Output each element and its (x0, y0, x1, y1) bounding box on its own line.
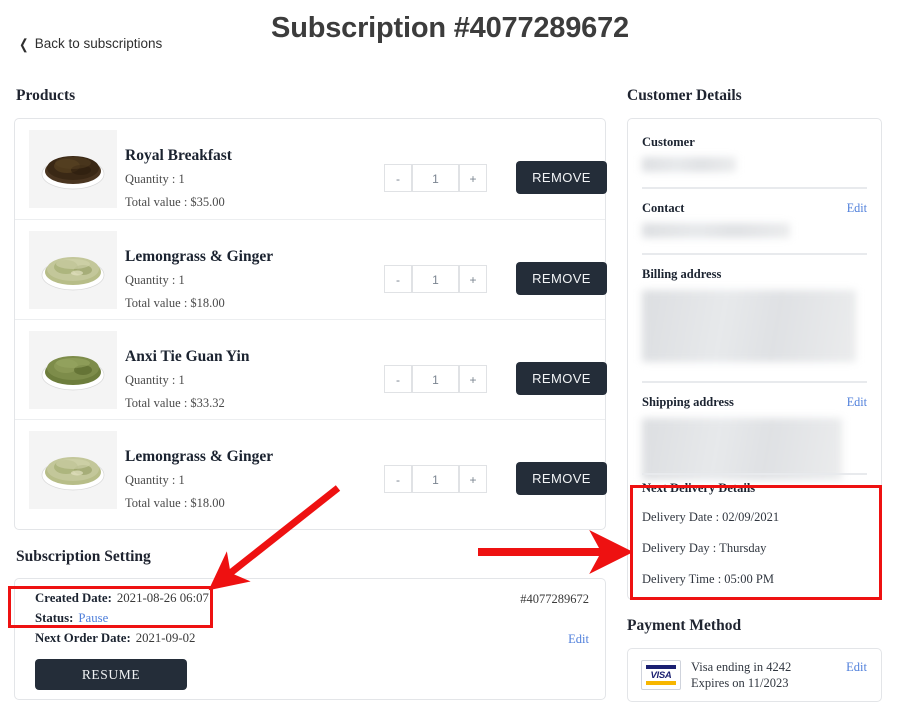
quantity-increase-button[interactable]: + (459, 265, 487, 293)
created-date-label: Created Date: (35, 591, 112, 605)
product-total-value: Total value : $35.00 (125, 195, 225, 209)
subscription-setting-card: Created Date: 2021-08-26 06:07 Status: Pau… (14, 578, 606, 700)
product-thumbnail (29, 130, 117, 208)
remove-button[interactable]: REMOVE (516, 362, 607, 395)
next-delivery-title: Next Delivery Details (642, 481, 756, 495)
divider (642, 381, 867, 383)
contact-value-redacted (642, 223, 790, 238)
quantity-value[interactable]: 1 (412, 265, 459, 293)
product-row: Royal Breakfast Quantity : 1 Total value… (15, 119, 607, 219)
billing-address-redacted (642, 290, 856, 362)
shipping-address-redacted (642, 418, 842, 480)
product-row: Lemongrass & Ginger Quantity : 1 Total v… (15, 419, 607, 519)
product-row: Anxi Tie Guan Yin Quantity : 1 Total val… (15, 319, 607, 419)
delivery-day: Delivery Day : Thursday (642, 541, 767, 555)
quantity-value[interactable]: 1 (412, 365, 459, 393)
quantity-stepper[interactable]: - 1 + (384, 365, 487, 393)
payment-method-card: VISA Visa ending in 4242 Expires on 11/2… (627, 648, 882, 702)
herbal-lemongrass-dish-icon (29, 431, 117, 509)
payment-card-expiry: Expires on 11/2023 (691, 676, 789, 690)
visa-top-bar (646, 665, 676, 669)
visa-card-icon: VISA (641, 660, 681, 690)
product-name: Anxi Tie Guan Yin (125, 348, 250, 365)
customer-block: Customer (642, 135, 867, 172)
remove-button[interactable]: REMOVE (516, 161, 607, 194)
payment-card-info: Visa ending in 4242 Expires on 11/2023 (691, 659, 791, 691)
divider (642, 473, 867, 475)
product-quantity-label: Quantity : 1 (125, 473, 185, 487)
quantity-increase-button[interactable]: + (459, 365, 487, 393)
shipping-address-block: Shipping address Edit (642, 395, 867, 480)
customer-details-heading: Customer Details (627, 87, 742, 104)
status-value-link[interactable]: Pause (78, 611, 108, 625)
product-quantity-label: Quantity : 1 (125, 273, 185, 287)
products-heading: Products (16, 87, 76, 104)
product-quantity-label: Quantity : 1 (125, 172, 185, 186)
quantity-decrease-button[interactable]: - (384, 365, 412, 393)
chevron-left-icon: ❮ (19, 35, 29, 52)
product-row: Lemongrass & Ginger Quantity : 1 Total v… (15, 219, 607, 319)
divider (642, 253, 867, 255)
quantity-stepper[interactable]: - 1 + (384, 465, 487, 493)
customer-name-redacted (642, 157, 736, 172)
billing-address-label: Billing address (642, 267, 722, 281)
quantity-increase-button[interactable]: + (459, 164, 487, 192)
product-quantity-label: Quantity : 1 (125, 373, 185, 387)
product-thumbnail (29, 231, 117, 309)
product-thumbnail (29, 431, 117, 509)
herbal-lemongrass-dish-icon (29, 231, 117, 309)
quantity-value[interactable]: 1 (412, 465, 459, 493)
created-date-row: Created Date: 2021-08-26 06:07 (35, 591, 209, 606)
products-card: Royal Breakfast Quantity : 1 Total value… (14, 118, 607, 530)
next-delivery-details-block: Next Delivery Details Delivery Date : 02… (642, 481, 867, 603)
annotation-arrow-horizontal (478, 530, 634, 574)
status-label: Status: (35, 611, 74, 625)
customer-details-card: Customer Contact Edit Billing address Sh… (627, 118, 882, 600)
contact-label: Contact (642, 201, 685, 215)
product-total-value: Total value : $33.32 (125, 396, 225, 410)
divider (642, 187, 867, 189)
delivery-time: Delivery Time : 05:00 PM (642, 572, 774, 586)
quantity-value[interactable]: 1 (412, 164, 459, 192)
status-row: Status: Pause (35, 611, 108, 626)
payment-card-number: Visa ending in 4242 (691, 660, 792, 674)
quantity-decrease-button[interactable]: - (384, 265, 412, 293)
subscription-edit-link[interactable]: Edit (568, 632, 589, 647)
next-order-date-row: Next Order Date: 2021-09-02 (35, 631, 195, 646)
product-name: Royal Breakfast (125, 147, 232, 164)
quantity-decrease-button[interactable]: - (384, 465, 412, 493)
resume-button[interactable]: RESUME (35, 659, 187, 690)
remove-button[interactable]: REMOVE (516, 462, 607, 495)
quantity-decrease-button[interactable]: - (384, 164, 412, 192)
product-name: Lemongrass & Ginger (125, 248, 274, 265)
visa-wordmark: VISA (650, 670, 672, 681)
delivery-date: Delivery Date : 02/09/2021 (642, 510, 780, 524)
quantity-stepper[interactable]: - 1 + (384, 164, 487, 192)
quantity-stepper[interactable]: - 1 + (384, 265, 487, 293)
created-date-value: 2021-08-26 06:07 (116, 591, 209, 605)
payment-method-heading: Payment Method (627, 617, 742, 634)
billing-address-block: Billing address (642, 267, 867, 362)
product-name: Lemongrass & Ginger (125, 448, 274, 465)
customer-label: Customer (642, 135, 695, 149)
remove-button[interactable]: REMOVE (516, 262, 607, 295)
shipping-edit-link[interactable]: Edit (847, 395, 867, 410)
contact-edit-link[interactable]: Edit (847, 201, 867, 216)
next-order-date-label: Next Order Date: (35, 631, 131, 645)
shipping-address-label: Shipping address (642, 395, 734, 409)
back-to-subscriptions-link[interactable]: ❮ Back to subscriptions (18, 36, 162, 51)
next-order-date-value: 2021-09-02 (135, 631, 196, 645)
visa-bottom-bar (646, 681, 676, 685)
subscription-id: #4077289672 (520, 592, 589, 606)
product-thumbnail (29, 331, 117, 409)
quantity-increase-button[interactable]: + (459, 465, 487, 493)
subscription-setting-heading: Subscription Setting (16, 548, 151, 565)
payment-edit-link[interactable]: Edit (846, 660, 867, 675)
back-link-label: Back to subscriptions (34, 36, 163, 51)
contact-block: Contact Edit (642, 201, 867, 238)
black-tea-leaves-dish-icon (29, 130, 117, 208)
product-total-value: Total value : $18.00 (125, 496, 225, 510)
green-oolong-dish-icon (29, 331, 117, 409)
product-total-value: Total value : $18.00 (125, 296, 225, 310)
